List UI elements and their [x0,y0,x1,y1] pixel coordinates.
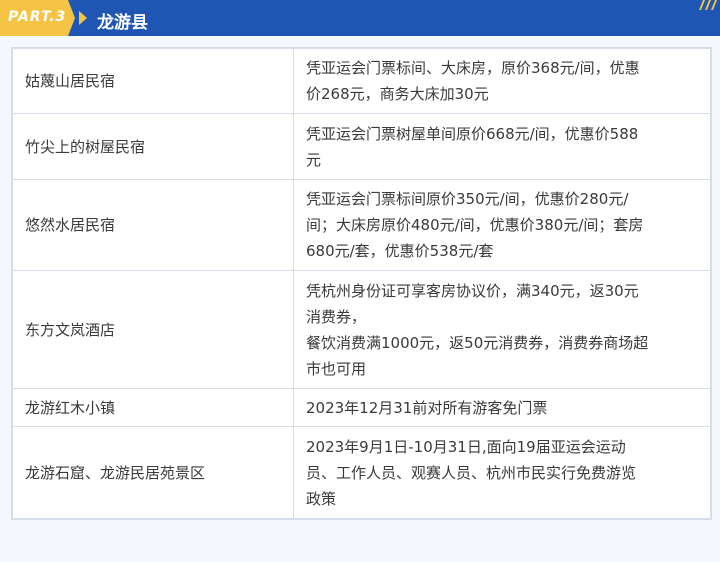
table-row: 悠然水居民宿 凭亚运会门票标间原价350元/间，优惠价280元/ 间；大床房原价… [12,179,711,271]
offer-line: 凭亚运会门票标间、大床房，原价368元/间，优惠 [306,59,640,77]
arrow-chip-icon [79,11,87,25]
offer-line: 2023年9月1日-10月31日,面向19届亚运会运动 [306,437,626,456]
part-label: PART.3 [8,9,67,25]
table-row: 龙游红木小镇 2023年12月31前对所有游客免门票 [12,388,711,427]
offer-description: 2023年9月1日-10月31日,面向19届亚运会运动 员、工作人员、观赛人员、… [293,426,711,519]
offer-description: 凭杭州身份证可享客房协议价，满340元，返30元 消费券， 餐饮消费满1000元… [293,270,711,389]
venue-name: 竹尖上的树屋民宿 [12,113,294,180]
table-row: 东方文岚酒店 凭杭州身份证可享客房协议价，满340元，返30元 消费券， 餐饮消… [12,270,711,389]
offer-line: 员、工作人员、观赛人员、杭州市民实行免费游览 [306,463,637,482]
offer-line: 凭亚运会门票树屋单间原价668元/间，优惠价588 [306,124,639,143]
venue-name: 龙游红木小镇 [12,388,294,427]
offer-line: 政策 [306,489,337,508]
offer-line: 餐饮消费满1000元，返50元消费券，消费券商场超 [306,333,649,352]
part-tag: PART.3 [0,0,75,36]
offer-description: 凭亚运会门票树屋单间原价668元/间，优惠价588 元 [293,113,711,180]
venue-name: 悠然水居民宿 [12,179,294,271]
offer-line: 市也可用 [306,359,367,378]
region-title: 龙游县 [97,13,148,33]
offer-line: 消费券， [306,307,367,326]
venue-name: 姑蔑山居民宿 [12,48,294,114]
slash-stripes-icon [699,0,717,10]
offer-description: 凭亚运会门票标间、大床房，原价368元/间，优惠 价268元，商务大床加30元 [293,48,711,114]
offer-line: 凭亚运会门票标间原价350元/间，优惠价280元/ [306,190,629,208]
offers-table: 姑蔑山居民宿 凭亚运会门票标间、大床房，原价368元/间，优惠 价268元，商务… [11,47,712,520]
offer-line: 间；大床房原价480元/间，优惠价380元/间；套房 [306,216,644,234]
venue-name: 龙游石窟、龙游民居苑景区 [12,426,294,519]
offer-line: 价268元，商务大床加30元 [306,85,489,103]
offer-line: 凭杭州身份证可享客房协议价，满340元，返30元 [306,281,639,300]
offer-line: 元 [306,150,322,169]
offer-line: 680元/套，优惠价538元/套 [306,242,494,260]
offer-line: 2023年12月31前对所有游客免门票 [306,398,548,417]
offer-description: 凭亚运会门票标间原价350元/间，优惠价280元/ 间；大床房原价480元/间，… [293,179,711,271]
section-header: PART.3 龙游县 [0,0,720,36]
table-row: 姑蔑山居民宿 凭亚运会门票标间、大床房，原价368元/间，优惠 价268元，商务… [12,48,711,114]
table-row: 竹尖上的树屋民宿 凭亚运会门票树屋单间原价668元/间，优惠价588 元 [12,113,711,180]
table-row: 龙游石窟、龙游民居苑景区 2023年9月1日-10月31日,面向19届亚运会运动… [12,426,711,519]
offer-description: 2023年12月31前对所有游客免门票 [293,388,711,427]
venue-name: 东方文岚酒店 [12,270,294,389]
